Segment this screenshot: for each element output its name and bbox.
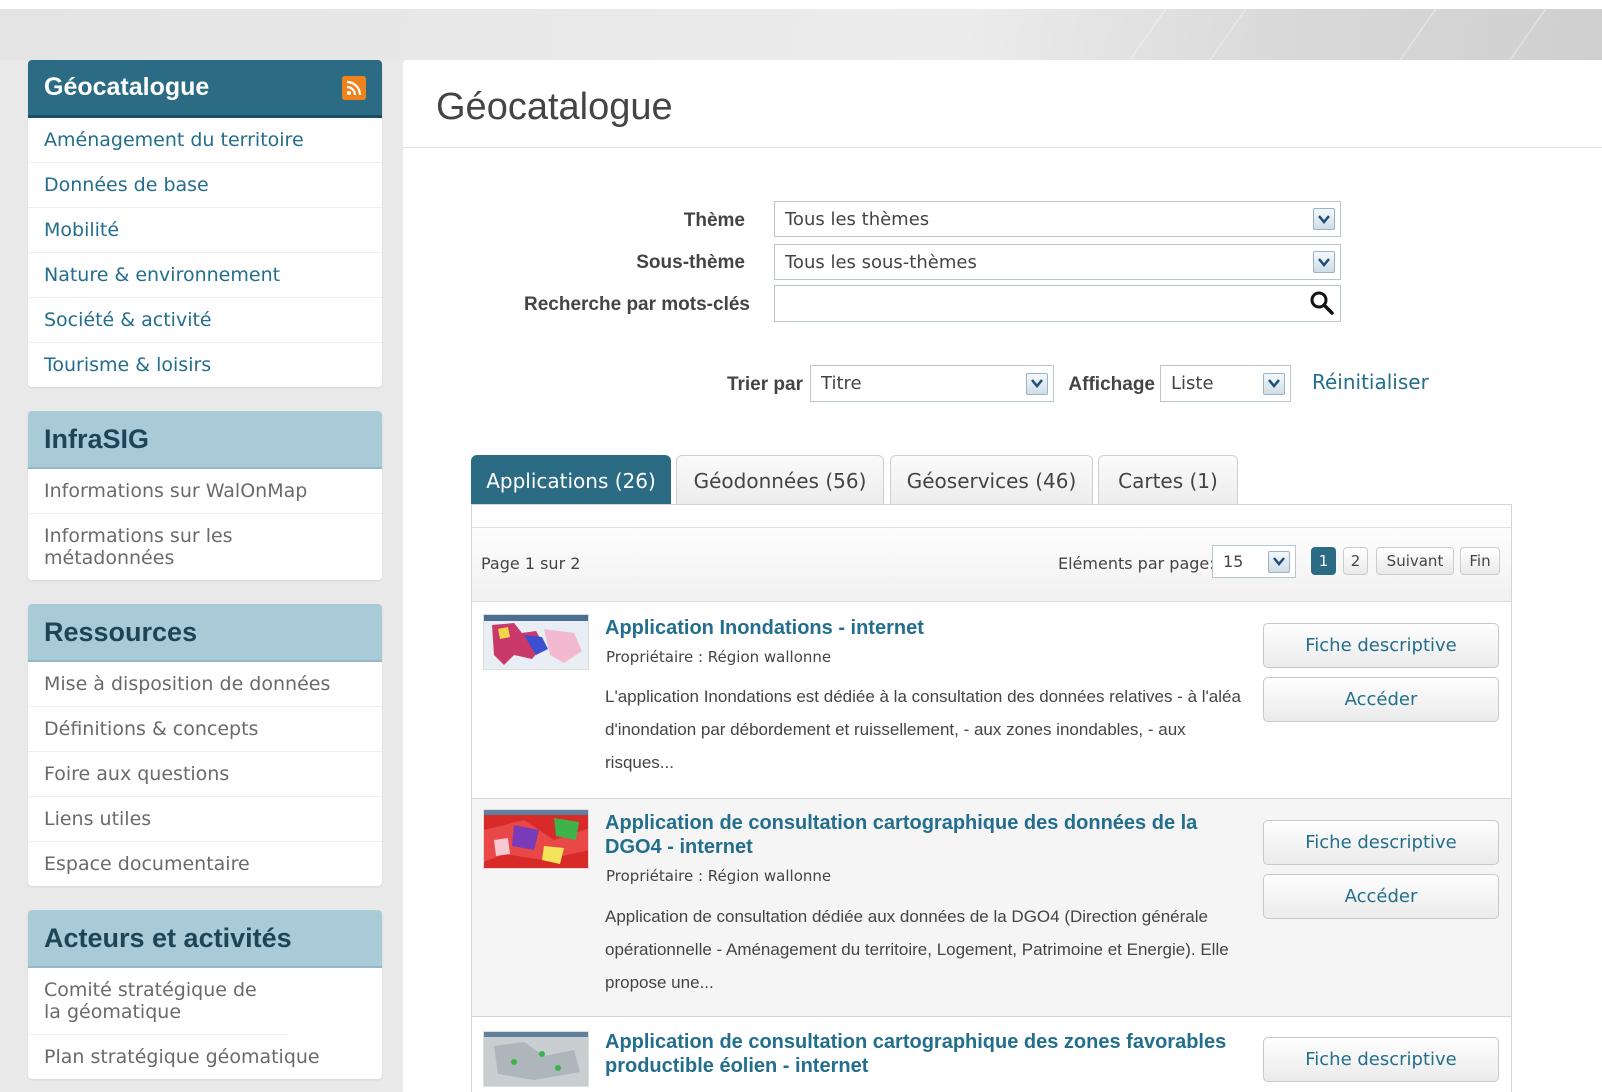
sidebar-header-geocatalogue: Géocatalogue (28, 60, 382, 118)
result-thumbnail[interactable] (483, 614, 589, 670)
rss-icon[interactable] (342, 75, 366, 100)
decor-stroke (1208, 0, 1254, 60)
result-description: L'application Inondations est dédiée à l… (605, 687, 1241, 772)
sidebar-item-donnees-base[interactable]: Données de base (28, 163, 382, 208)
per-page-select[interactable]: 15 (1212, 545, 1296, 578)
sidebar-item-comite[interactable]: Comité stratégique de la géomatique (28, 968, 288, 1035)
sidebar-header-acteurs: Acteurs et activités (28, 910, 382, 968)
search-icon[interactable] (1309, 290, 1335, 316)
result-owner: Propriétaire : Région wallonne (606, 867, 832, 885)
result-description: Application de consultation dédiée aux d… (605, 907, 1229, 992)
page-2-button[interactable]: 2 (1343, 547, 1368, 575)
display-select-value: Liste (1171, 373, 1214, 394)
sidebar-title: Géocatalogue (44, 73, 210, 101)
divider (403, 147, 1602, 148)
sidebar-title: InfraSIG (44, 423, 150, 454)
sidebar-item-nature[interactable]: Nature & environnement (28, 253, 382, 298)
sidebar-header-infrasig: InfraSIG (28, 411, 382, 469)
sidebar: Géocatalogue Aménagement du territoire D… (28, 60, 382, 1092)
sidebar-title: Acteurs et activités (44, 922, 292, 953)
sidebar-item-plan[interactable]: Plan stratégique géomatique (28, 1035, 382, 1079)
theme-select[interactable]: Tous les thèmes (774, 201, 1341, 237)
decor-stroke (1128, 0, 1174, 60)
sidebar-item-mise-disposition[interactable]: Mise à disposition de données (28, 662, 382, 707)
sidebar-item-mobilite[interactable]: Mobilité (28, 208, 382, 253)
sidebar-item-tourisme[interactable]: Tourisme & loisirs (28, 343, 382, 387)
result-row: Application de consultation cartographiq… (472, 1017, 1511, 1092)
sidebar-item-liens[interactable]: Liens utiles (28, 797, 382, 842)
tab-geodonnees[interactable]: Géodonnées (56) (676, 455, 884, 505)
sidebar-box-acteurs: Acteurs et activités Comité stratégique … (28, 910, 382, 1079)
result-title-link[interactable]: Application Inondations - internet (605, 616, 1245, 640)
sort-select-value: Titre (821, 373, 862, 394)
keywords-input[interactable] (774, 285, 1341, 322)
fiche-descriptive-button[interactable]: Fiche descriptive (1263, 1037, 1499, 1082)
theme-label: Thème (683, 210, 745, 231)
sidebar-item-documentaire[interactable]: Espace documentaire (28, 842, 382, 886)
subtheme-select-value: Tous les sous-thèmes (785, 251, 977, 273)
chevron-down-icon[interactable] (1026, 372, 1048, 395)
sidebar-item-metadonnees[interactable]: Informations sur les métadonnées (28, 514, 382, 580)
chevron-down-icon[interactable] (1313, 251, 1335, 273)
decor-stroke (1508, 0, 1554, 60)
keywords-label: Recherche par mots-clés (524, 294, 750, 315)
subtheme-label: Sous-thème (636, 252, 745, 273)
acceder-button[interactable]: Accéder (1263, 677, 1499, 722)
tab-cartes[interactable]: Cartes (1) (1098, 455, 1238, 505)
subtheme-select[interactable]: Tous les sous-thèmes (774, 244, 1341, 280)
chevron-down-icon[interactable] (1268, 550, 1290, 573)
sidebar-item-faq[interactable]: Foire aux questions (28, 752, 382, 797)
result-owner: Propriétaire : Région wallonne (606, 648, 832, 666)
page-header-band (0, 0, 1602, 60)
chevron-down-icon[interactable] (1263, 372, 1285, 395)
result-thumbnail[interactable] (483, 809, 589, 869)
tab-applications[interactable]: Applications (26) (471, 455, 671, 505)
sidebar-box-geocatalogue: Géocatalogue Aménagement du territoire D… (28, 60, 382, 387)
sidebar-item-societe[interactable]: Société & activité (28, 298, 382, 343)
page-1-button[interactable]: 1 (1311, 547, 1336, 575)
theme-select-value: Tous les thèmes (785, 208, 930, 230)
chevron-down-icon[interactable] (1313, 208, 1335, 230)
sidebar-header-ressources: Ressources (28, 604, 382, 662)
result-row: Application Inondations - internet Propr… (472, 603, 1511, 799)
per-page-value: 15 (1223, 552, 1244, 571)
decor-stroke (1398, 0, 1444, 60)
sort-select[interactable]: Titre (810, 365, 1054, 402)
reset-link[interactable]: Réinitialiser (1312, 370, 1429, 394)
result-row: Application de consultation cartographiq… (472, 799, 1511, 1017)
result-title-link[interactable]: Application de consultation cartographiq… (605, 1030, 1245, 1078)
pager-bar: Page 1 sur 2 Eléments par page: 15 1 2 S… (472, 527, 1511, 602)
tab-geoservices[interactable]: Géoservices (46) (890, 455, 1093, 505)
acceder-button[interactable]: Accéder (1263, 874, 1499, 919)
page-title: Géocatalogue (436, 86, 673, 128)
sidebar-item-definitions[interactable]: Définitions & concepts (28, 707, 382, 752)
per-page-label: Eléments par page: (1058, 554, 1215, 573)
display-label: Affichage (1068, 374, 1155, 395)
page-indicator: Page 1 sur 2 (481, 554, 581, 573)
fiche-descriptive-button[interactable]: Fiche descriptive (1263, 820, 1499, 865)
main-panel: Géocatalogue Thème Tous les thèmes Sous-… (403, 60, 1602, 1092)
display-select[interactable]: Liste (1160, 365, 1291, 402)
results-panel: Page 1 sur 2 Eléments par page: 15 1 2 S… (471, 504, 1512, 1092)
sidebar-box-infrasig: InfraSIG Informations sur WalOnMap Infor… (28, 411, 382, 580)
next-page-button[interactable]: Suivant (1376, 547, 1454, 575)
result-title-link[interactable]: Application de consultation cartographiq… (605, 811, 1245, 859)
sidebar-title: Ressources (44, 616, 198, 647)
sort-label: Trier par (726, 374, 803, 395)
last-page-button[interactable]: Fin (1460, 547, 1500, 575)
sidebar-item-amenagement[interactable]: Aménagement du territoire (28, 118, 382, 163)
fiche-descriptive-button[interactable]: Fiche descriptive (1263, 623, 1499, 668)
result-thumbnail[interactable] (483, 1031, 589, 1087)
top-white-bar (0, 0, 1602, 9)
sidebar-item-walonmap[interactable]: Informations sur WalOnMap (28, 469, 382, 514)
sidebar-box-ressources: Ressources Mise à disposition de données… (28, 604, 382, 886)
